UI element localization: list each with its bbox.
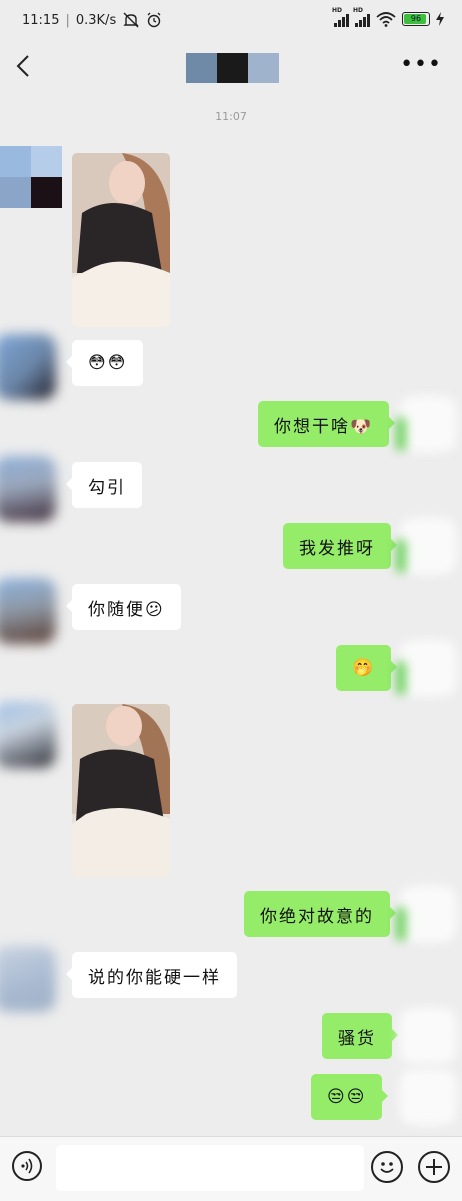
- plus-icon[interactable]: [418, 1151, 450, 1183]
- more-dots-icon[interactable]: •••: [400, 54, 442, 76]
- message-input[interactable]: [56, 1145, 364, 1191]
- network-speed: 0.3K/s: [75, 12, 117, 28]
- message-bubble-incoming[interactable]: 你随便😕: [66, 584, 181, 630]
- signal-1-icon: HD: [332, 7, 349, 27]
- status-time: 11:15: [22, 12, 60, 28]
- battery-level: 96: [410, 14, 422, 23]
- message-bubble-outgoing[interactable]: 你想干啥🐶: [258, 401, 396, 447]
- wifi-icon: [376, 11, 396, 27]
- chat-header: •••: [0, 44, 462, 92]
- my-avatar[interactable]: [396, 396, 456, 452]
- message-text: 😒😒: [327, 1087, 367, 1107]
- my-avatar[interactable]: [396, 640, 456, 696]
- message-bubble-outgoing[interactable]: 骚货: [322, 1013, 398, 1059]
- message-bubble-outgoing[interactable]: 😒😒: [311, 1074, 389, 1120]
- photo-image: [72, 153, 170, 327]
- message-bubble-incoming[interactable]: 勾引: [66, 462, 142, 508]
- status-bar: 11:15 | 0.3K/s HD HD 96: [0, 0, 462, 44]
- message-bubble-incoming[interactable]: 😳😳: [65, 340, 144, 386]
- emoji-icon[interactable]: [371, 1151, 403, 1183]
- message-bubble-incoming[interactable]: 说的你能硬一样: [66, 952, 237, 998]
- alarm-icon: [147, 12, 161, 28]
- contact-avatar[interactable]: [0, 578, 56, 644]
- contact-avatar[interactable]: [0, 702, 56, 768]
- signal-2-icon: HD: [353, 7, 370, 27]
- contact-avatar[interactable]: [0, 146, 62, 208]
- message-bubble-outgoing[interactable]: 🤭: [336, 645, 398, 691]
- chevron-left-icon[interactable]: [14, 50, 34, 82]
- my-avatar[interactable]: [396, 518, 456, 574]
- battery-icon: 96: [402, 12, 430, 26]
- message-text: 🤭: [352, 658, 376, 678]
- my-avatar[interactable]: [400, 1008, 456, 1064]
- message-text: 你随便😕: [88, 599, 165, 620]
- message-text: 你想干啥🐶: [274, 416, 374, 437]
- contact-avatar[interactable]: [0, 946, 56, 1012]
- input-toolbar: [0, 1136, 462, 1201]
- mute-icon: [123, 12, 139, 28]
- voice-icon[interactable]: [12, 1151, 42, 1181]
- photo-message[interactable]: [72, 704, 170, 878]
- message-text: 我发推呀: [299, 538, 375, 559]
- message-bubble-outgoing[interactable]: 你绝对故意的: [244, 891, 396, 937]
- message-bubble-outgoing[interactable]: 我发推呀: [283, 523, 397, 569]
- message-text: 说的你能硬一样: [88, 967, 221, 988]
- charging-icon: [436, 12, 444, 26]
- photo-message[interactable]: [72, 153, 170, 327]
- my-avatar[interactable]: [400, 1069, 456, 1125]
- photo-image: [72, 704, 170, 878]
- chat-timestamp: 11:07: [215, 110, 247, 123]
- message-text: 你绝对故意的: [260, 906, 374, 927]
- contact-avatar[interactable]: [0, 334, 56, 400]
- voice-wave-icon: [21, 1158, 33, 1174]
- message-text: 😳😳: [88, 353, 128, 373]
- message-text: 骚货: [338, 1028, 376, 1049]
- my-avatar[interactable]: [396, 886, 456, 942]
- contact-avatar[interactable]: [0, 456, 56, 522]
- message-text: 勾引: [88, 477, 126, 498]
- contact-name-pixelated: [186, 53, 279, 83]
- smiley-face-icon: [380, 1162, 394, 1173]
